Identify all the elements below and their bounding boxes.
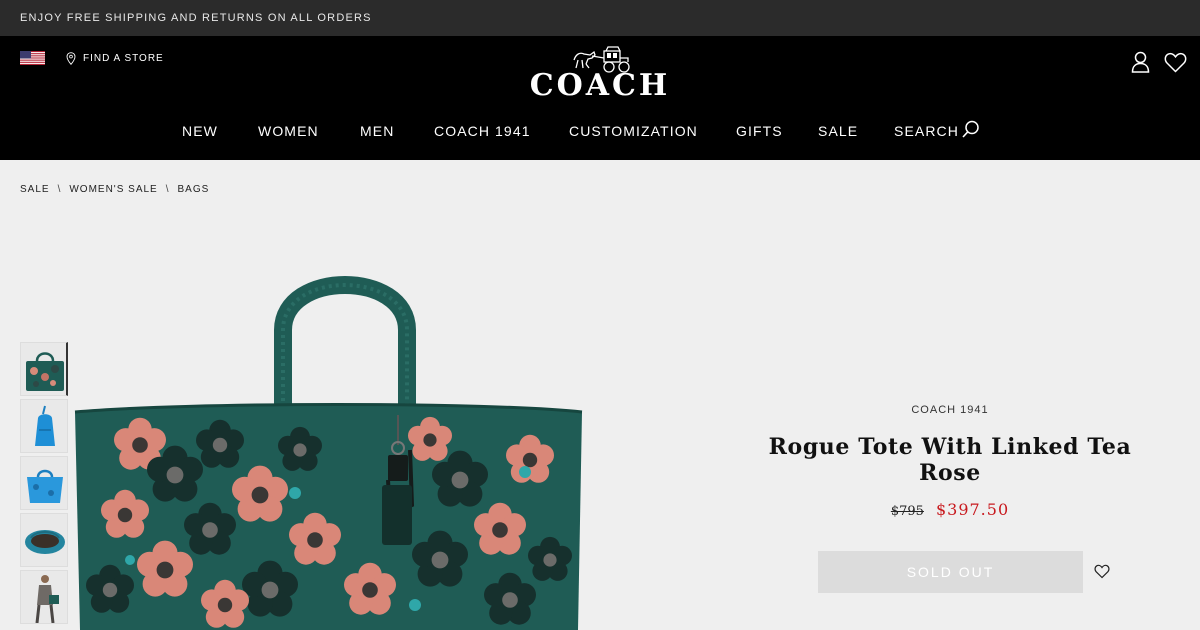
original-price: $795 xyxy=(890,504,924,519)
nav-sale[interactable]: SALE xyxy=(818,120,858,142)
thumbnail-interior-image xyxy=(25,530,65,554)
us-flag-icon[interactable] xyxy=(20,51,45,65)
product-main-image xyxy=(74,276,583,630)
thumbnail-teal-tote-image xyxy=(26,352,64,391)
thumbnail-5[interactable] xyxy=(20,570,68,624)
find-a-store-link[interactable]: FIND A STORE xyxy=(66,52,164,65)
nav-coach-1941[interactable]: COACH 1941 xyxy=(434,120,531,142)
nav-search[interactable]: SEARCH xyxy=(894,120,959,142)
thumbnail-2[interactable] xyxy=(20,399,68,453)
site-header: FIND A STORE COACH NEW WOMEN MEN COACH 1… xyxy=(0,36,1200,160)
product-prices: $795 $397.50 xyxy=(750,500,1150,519)
nav-customization[interactable]: CUSTOMIZATION xyxy=(569,120,698,142)
thumbnail-1[interactable] xyxy=(20,342,68,396)
promo-banner: ENJOY FREE SHIPPING AND RETURNS ON ALL O… xyxy=(0,0,1200,36)
thumbnail-blue-backpack-image xyxy=(35,405,55,446)
nav-gifts[interactable]: GIFTS xyxy=(736,120,783,142)
nav-women[interactable]: WOMEN xyxy=(258,120,319,142)
promo-text: ENJOY FREE SHIPPING AND RETURNS ON ALL O… xyxy=(20,12,372,24)
add-to-wishlist-heart-icon[interactable] xyxy=(1094,564,1110,579)
product-info: COACH 1941 Rogue Tote With Linked Tea Ro… xyxy=(750,404,1150,519)
sale-price: $397.50 xyxy=(935,500,1010,519)
sold-out-button[interactable]: SOLD OUT xyxy=(818,551,1083,593)
main-nav: NEW WOMEN MEN COACH 1941 CUSTOMIZATION G… xyxy=(0,120,1200,142)
breadcrumb-womens-sale[interactable]: WOMEN'S SALE xyxy=(69,184,157,195)
thumbnail-4[interactable] xyxy=(20,513,68,567)
location-pin-icon xyxy=(66,52,76,65)
thumbnail-blue-tote-image xyxy=(27,469,63,503)
breadcrumb-bags[interactable]: BAGS xyxy=(178,184,210,195)
heart-icon[interactable] xyxy=(1164,52,1187,73)
product-title: Rogue Tote With Linked Tea Rose xyxy=(768,434,1132,486)
nav-men[interactable]: MEN xyxy=(360,120,394,142)
breadcrumb-separator: \ xyxy=(57,184,62,195)
search-icon[interactable] xyxy=(962,120,981,139)
breadcrumb-separator: \ xyxy=(165,184,170,195)
find-a-store-label: FIND A STORE xyxy=(83,53,164,64)
breadcrumb-sale[interactable]: SALE xyxy=(20,184,50,195)
thumbnail-model-image xyxy=(35,575,59,623)
nav-new[interactable]: NEW xyxy=(182,120,218,142)
breadcrumb: SALE \ WOMEN'S SALE \ BAGS xyxy=(20,184,209,195)
coach-logo[interactable]: COACH xyxy=(508,46,692,102)
product-brand: COACH 1941 xyxy=(911,404,989,416)
logo-wordmark: COACH xyxy=(529,68,671,103)
thumbnail-3[interactable] xyxy=(20,456,68,510)
account-icon[interactable] xyxy=(1131,51,1150,73)
